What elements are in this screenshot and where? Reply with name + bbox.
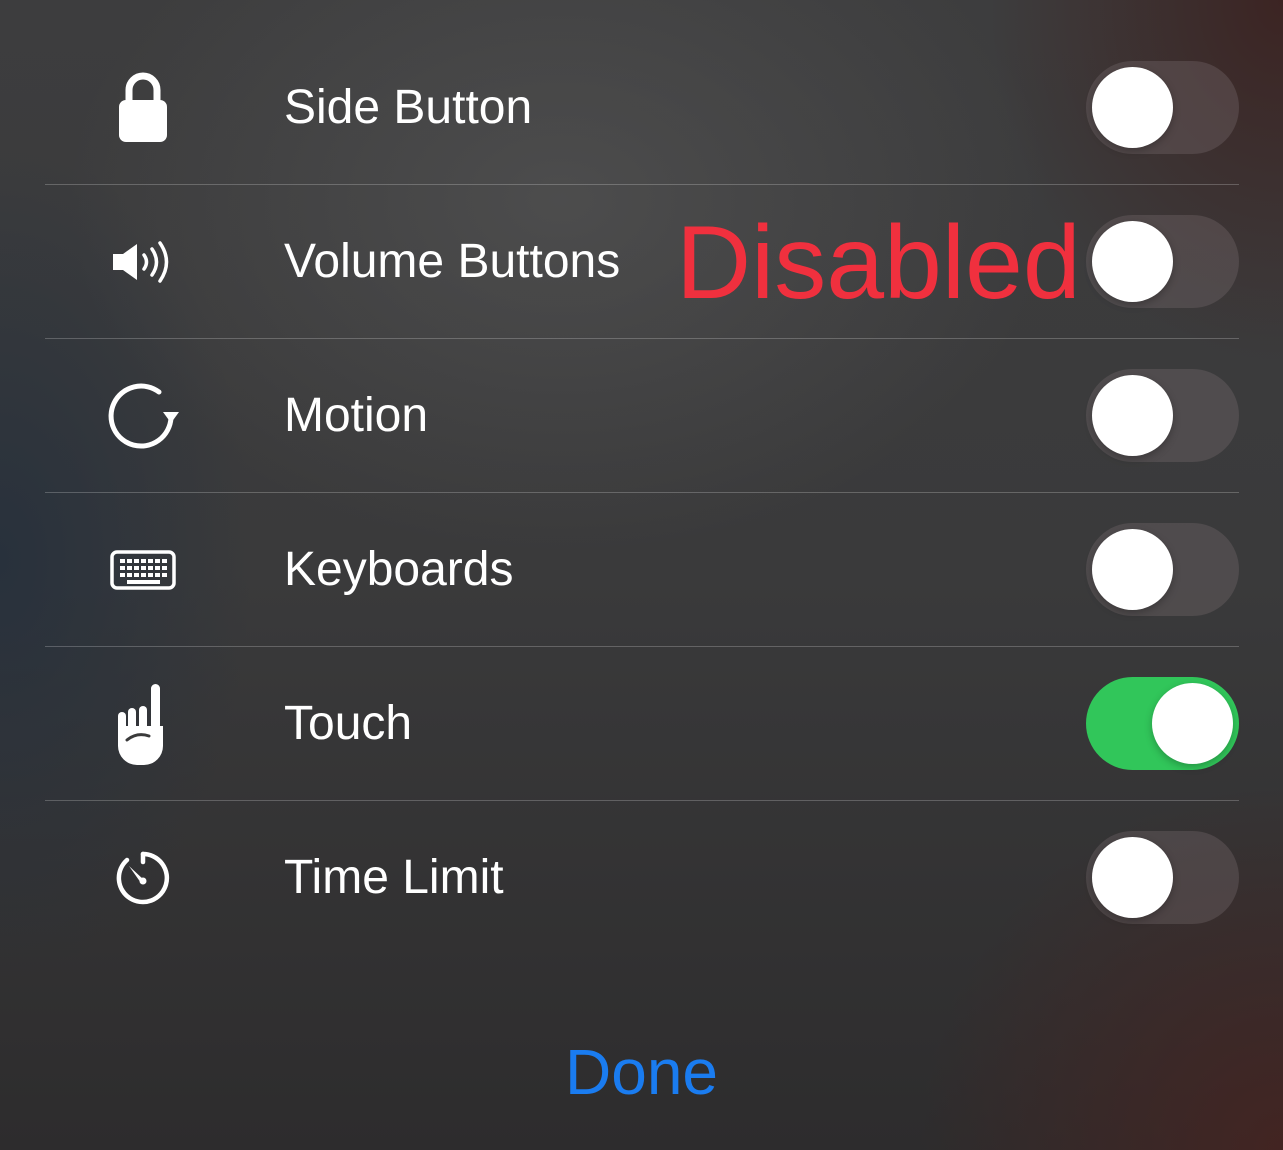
- motion-label: Motion: [284, 389, 429, 442]
- toggle-knob: [1092, 529, 1173, 610]
- pointing-hand-icon: [98, 669, 188, 779]
- keyboards-label: Keyboards: [284, 543, 514, 596]
- motion-toggle[interactable]: [1086, 369, 1239, 462]
- toggle-knob: [1092, 67, 1173, 148]
- side-button-toggle[interactable]: [1086, 61, 1239, 154]
- disabled-annotation: Disabled: [676, 205, 1081, 321]
- speaker-volume-icon: [98, 207, 188, 317]
- keyboards-toggle[interactable]: [1086, 523, 1239, 616]
- toggle-knob: [1092, 375, 1173, 456]
- rotate-arrow-icon: [98, 361, 188, 471]
- volume-buttons-toggle[interactable]: [1086, 215, 1239, 308]
- done-button[interactable]: Done: [0, 1032, 1283, 1112]
- toggle-knob: [1092, 837, 1173, 918]
- time-limit-toggle[interactable]: [1086, 831, 1239, 924]
- volume-buttons-label: Volume Buttons: [284, 235, 621, 288]
- timer-icon: [98, 823, 188, 933]
- toggle-knob: [1092, 221, 1173, 302]
- lock-icon: [98, 53, 188, 163]
- toggle-knob: [1152, 683, 1233, 764]
- touch-toggle[interactable]: [1086, 677, 1239, 770]
- touch-label: Touch: [284, 697, 413, 750]
- side-button-label: Side Button: [284, 81, 533, 134]
- keyboard-icon: [98, 515, 188, 625]
- time-limit-label: Time Limit: [284, 851, 504, 904]
